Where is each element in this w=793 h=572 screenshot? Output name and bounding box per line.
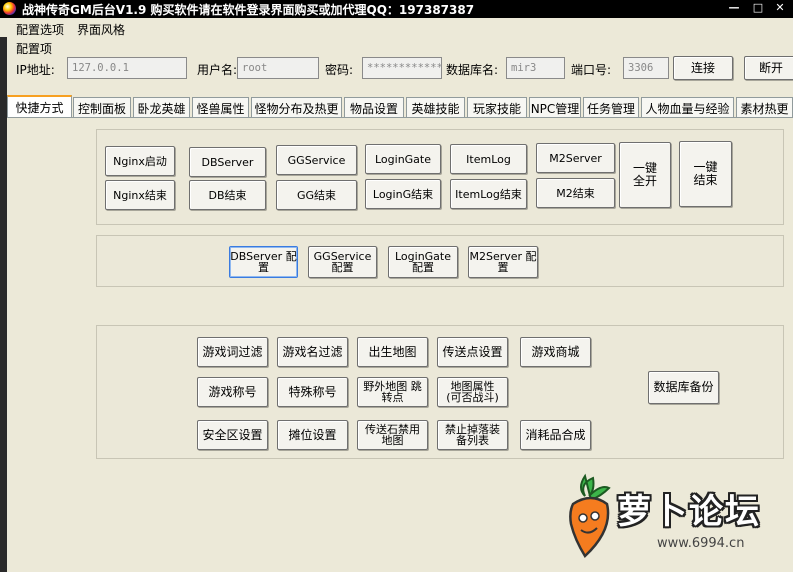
logingate-config-button[interactable]: LoginGate 配置 (388, 246, 458, 278)
dbserver-config-button[interactable]: DBServer 配 置 (229, 246, 298, 278)
username-label: 用户名: (197, 63, 238, 77)
maximize-icon[interactable]: □ (749, 1, 767, 14)
tab-strip: 快捷方式 控制面板 卧龙英雄 怪兽属性 怪物分布及热更 物品设置 英雄技能 玩家技能 NPC管理… (7, 95, 793, 118)
app-icon (3, 2, 16, 15)
m2server-start-button[interactable]: M2Server (536, 143, 615, 173)
ggservice-start-button[interactable]: GGService (276, 145, 357, 175)
tab-shortcuts[interactable]: 快捷方式 (7, 95, 72, 118)
gg-stop-button[interactable]: GG结束 (276, 180, 357, 210)
forum-watermark: 萝卜论坛 www.6994.cn (555, 470, 785, 565)
tab-quest-management[interactable]: 任务管理 (583, 97, 639, 117)
nginx-start-button[interactable]: Nginx启动 (105, 146, 175, 176)
tab-asset-hotupdate[interactable]: 素材热更 (736, 97, 793, 117)
ggservice-config-button[interactable]: GGService 配置 (308, 246, 377, 278)
game-shop-button[interactable]: 游戏商城 (520, 337, 591, 367)
wild-map-jump-button[interactable]: 野外地图 跳 转点 (357, 377, 428, 407)
window-title: 战神传奇GM后台V1.9 购买软件请在软件登录界面购买或加代理QQ：197387… (22, 3, 475, 17)
game-title-button[interactable]: 游戏称号 (197, 377, 268, 407)
tab-wolong-hero[interactable]: 卧龙英雄 (133, 97, 190, 117)
loging-stop-button[interactable]: LoginG结束 (365, 179, 441, 209)
tab-npc-management[interactable]: NPC管理 (529, 97, 581, 117)
tab-monster-attr[interactable]: 怪兽属性 (192, 97, 249, 117)
tab-player-skills[interactable]: 玩家技能 (467, 97, 527, 117)
carrot-logo-icon (569, 473, 611, 558)
tab-item-settings[interactable]: 物品设置 (344, 97, 404, 117)
special-title-button[interactable]: 特殊称号 (277, 377, 348, 407)
tab-control-panel[interactable]: 控制面板 (73, 97, 131, 117)
drop-ban-list-button[interactable]: 禁止掉落装 备列表 (437, 420, 508, 450)
connect-button[interactable]: 连接 (673, 56, 733, 80)
db-stop-button[interactable]: DB结束 (189, 180, 266, 210)
menu-config-options[interactable]: 配置选项 (16, 21, 64, 38)
port-label: 端口号: (571, 63, 612, 77)
m2-stop-button[interactable]: M2结束 (536, 178, 615, 208)
consumable-craft-button[interactable]: 消耗品合成 (520, 420, 591, 450)
stop-all-button[interactable]: 一键 结束 (679, 141, 732, 207)
logingate-start-button[interactable]: LoginGate (365, 144, 441, 174)
teleport-settings-button[interactable]: 传送点设置 (437, 337, 508, 367)
dbname-input[interactable]: mir3 (506, 57, 565, 79)
dbserver-start-button[interactable]: DBServer (189, 147, 266, 177)
close-icon[interactable]: ✕ (771, 1, 789, 14)
tab-hp-exp[interactable]: 人物血量与经验 (641, 97, 734, 117)
itemlog-stop-button[interactable]: ItemLog结束 (450, 179, 527, 209)
password-input[interactable]: ************* (362, 57, 442, 79)
config-group-label: 配置项 (16, 42, 53, 56)
birth-map-button[interactable]: 出生地图 (357, 337, 428, 367)
minimize-icon[interactable]: — (725, 1, 743, 14)
password-label: 密码: (325, 63, 354, 77)
watermark-text: 萝卜论坛 (617, 492, 761, 532)
m2server-config-button[interactable]: M2Server 配 置 (468, 246, 538, 278)
tab-hero-skills[interactable]: 英雄技能 (406, 97, 465, 117)
nginx-stop-button[interactable]: Nginx结束 (105, 180, 175, 210)
stall-settings-button[interactable]: 摊位设置 (277, 420, 348, 450)
itemlog-start-button[interactable]: ItemLog (450, 144, 527, 174)
word-filter-button[interactable]: 游戏词过滤 (197, 337, 268, 367)
start-all-button[interactable]: 一键 全开 (619, 142, 671, 208)
port-input[interactable]: 3306 (623, 57, 669, 79)
dbname-label: 数据库名: (446, 63, 499, 77)
ip-label: IP地址: (16, 63, 55, 77)
disconnect-button[interactable]: 断开 (744, 56, 793, 80)
username-input[interactable]: root (237, 57, 319, 79)
map-attributes-button[interactable]: 地图属性 (可否战斗) (437, 377, 508, 407)
title-bar: 战神传奇GM后台V1.9 购买软件请在软件登录界面购买或加代理QQ：197387… (0, 0, 793, 18)
teleport-stone-ban-button[interactable]: 传送石禁用 地图 (357, 420, 428, 450)
ip-input[interactable]: 127.0.0.1 (67, 57, 187, 79)
name-filter-button[interactable]: 游戏名过滤 (277, 337, 348, 367)
tab-monster-spawn[interactable]: 怪物分布及热更 (251, 97, 342, 117)
menu-bar: 配置选项 界面风格 (0, 18, 793, 37)
db-backup-button[interactable]: 数据库备份 (648, 371, 719, 404)
menu-ui-style[interactable]: 界面风格 (77, 21, 125, 38)
watermark-url: www.6994.cn (657, 536, 745, 551)
safe-zone-button[interactable]: 安全区设置 (197, 420, 268, 450)
tab-divider (7, 117, 793, 118)
